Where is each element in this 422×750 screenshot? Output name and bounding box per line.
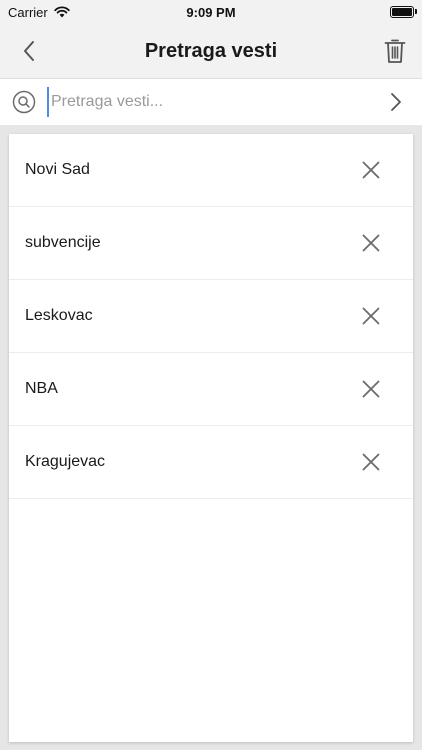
page-title: Pretraga vesti — [144, 39, 278, 62]
history-item-novi-sad[interactable]: Novi Sad — [9, 134, 413, 207]
search-history-list: Novi Sad subvencije Leskovac NBA Kraguje… — [9, 134, 413, 742]
history-item-leskovac[interactable]: Leskovac — [9, 280, 413, 353]
history-item-label: Novi Sad — [25, 161, 90, 178]
history-item-kragujevac[interactable]: Kragujevac — [9, 426, 413, 499]
clear-history-button[interactable] — [378, 34, 412, 68]
battery-icon — [390, 6, 417, 18]
history-item-nba[interactable]: NBA — [9, 353, 413, 426]
status-bar: Carrier 9:09 PM — [0, 0, 422, 24]
remove-history-item-button[interactable] — [359, 231, 383, 255]
remove-history-item-button[interactable] — [359, 450, 383, 474]
search-input[interactable] — [47, 87, 371, 117]
chevron-right-icon — [391, 93, 401, 111]
back-button[interactable] — [14, 36, 44, 66]
close-icon — [362, 307, 380, 325]
trash-icon — [384, 39, 406, 63]
close-icon — [362, 380, 380, 398]
search-bar — [0, 79, 422, 125]
close-icon — [362, 453, 380, 471]
history-item-label: NBA — [25, 380, 58, 397]
history-item-label: subvencije — [25, 234, 101, 251]
history-item-subvencije[interactable]: subvencije — [9, 207, 413, 280]
history-item-label: Leskovac — [25, 307, 93, 324]
wifi-icon — [54, 6, 70, 18]
history-item-label: Kragujevac — [25, 453, 106, 470]
status-left: Carrier — [8, 5, 70, 20]
remove-history-item-button[interactable] — [359, 304, 383, 328]
nav-bar: Pretraga vesti — [0, 24, 422, 79]
close-icon — [362, 161, 380, 179]
close-icon — [362, 234, 380, 252]
remove-history-item-button[interactable] — [359, 377, 383, 401]
battery-fill — [392, 8, 412, 16]
chevron-left-icon — [24, 41, 34, 61]
carrier-label: Carrier — [8, 4, 48, 20]
search-icon — [12, 90, 36, 114]
remove-history-item-button[interactable] — [359, 158, 383, 182]
search-submit-button[interactable] — [384, 90, 408, 114]
